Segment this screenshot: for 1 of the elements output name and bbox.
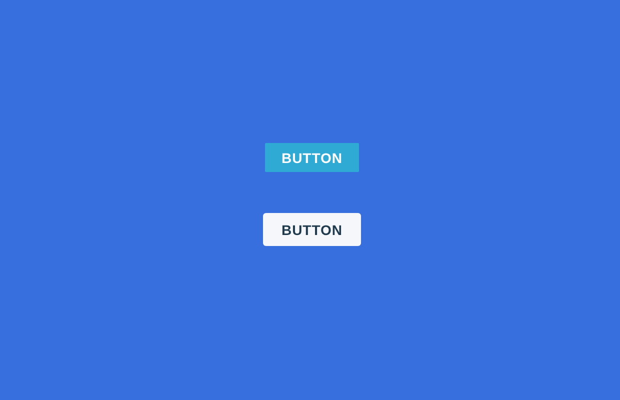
button[interactable]: BUTTON — [263, 213, 361, 246]
